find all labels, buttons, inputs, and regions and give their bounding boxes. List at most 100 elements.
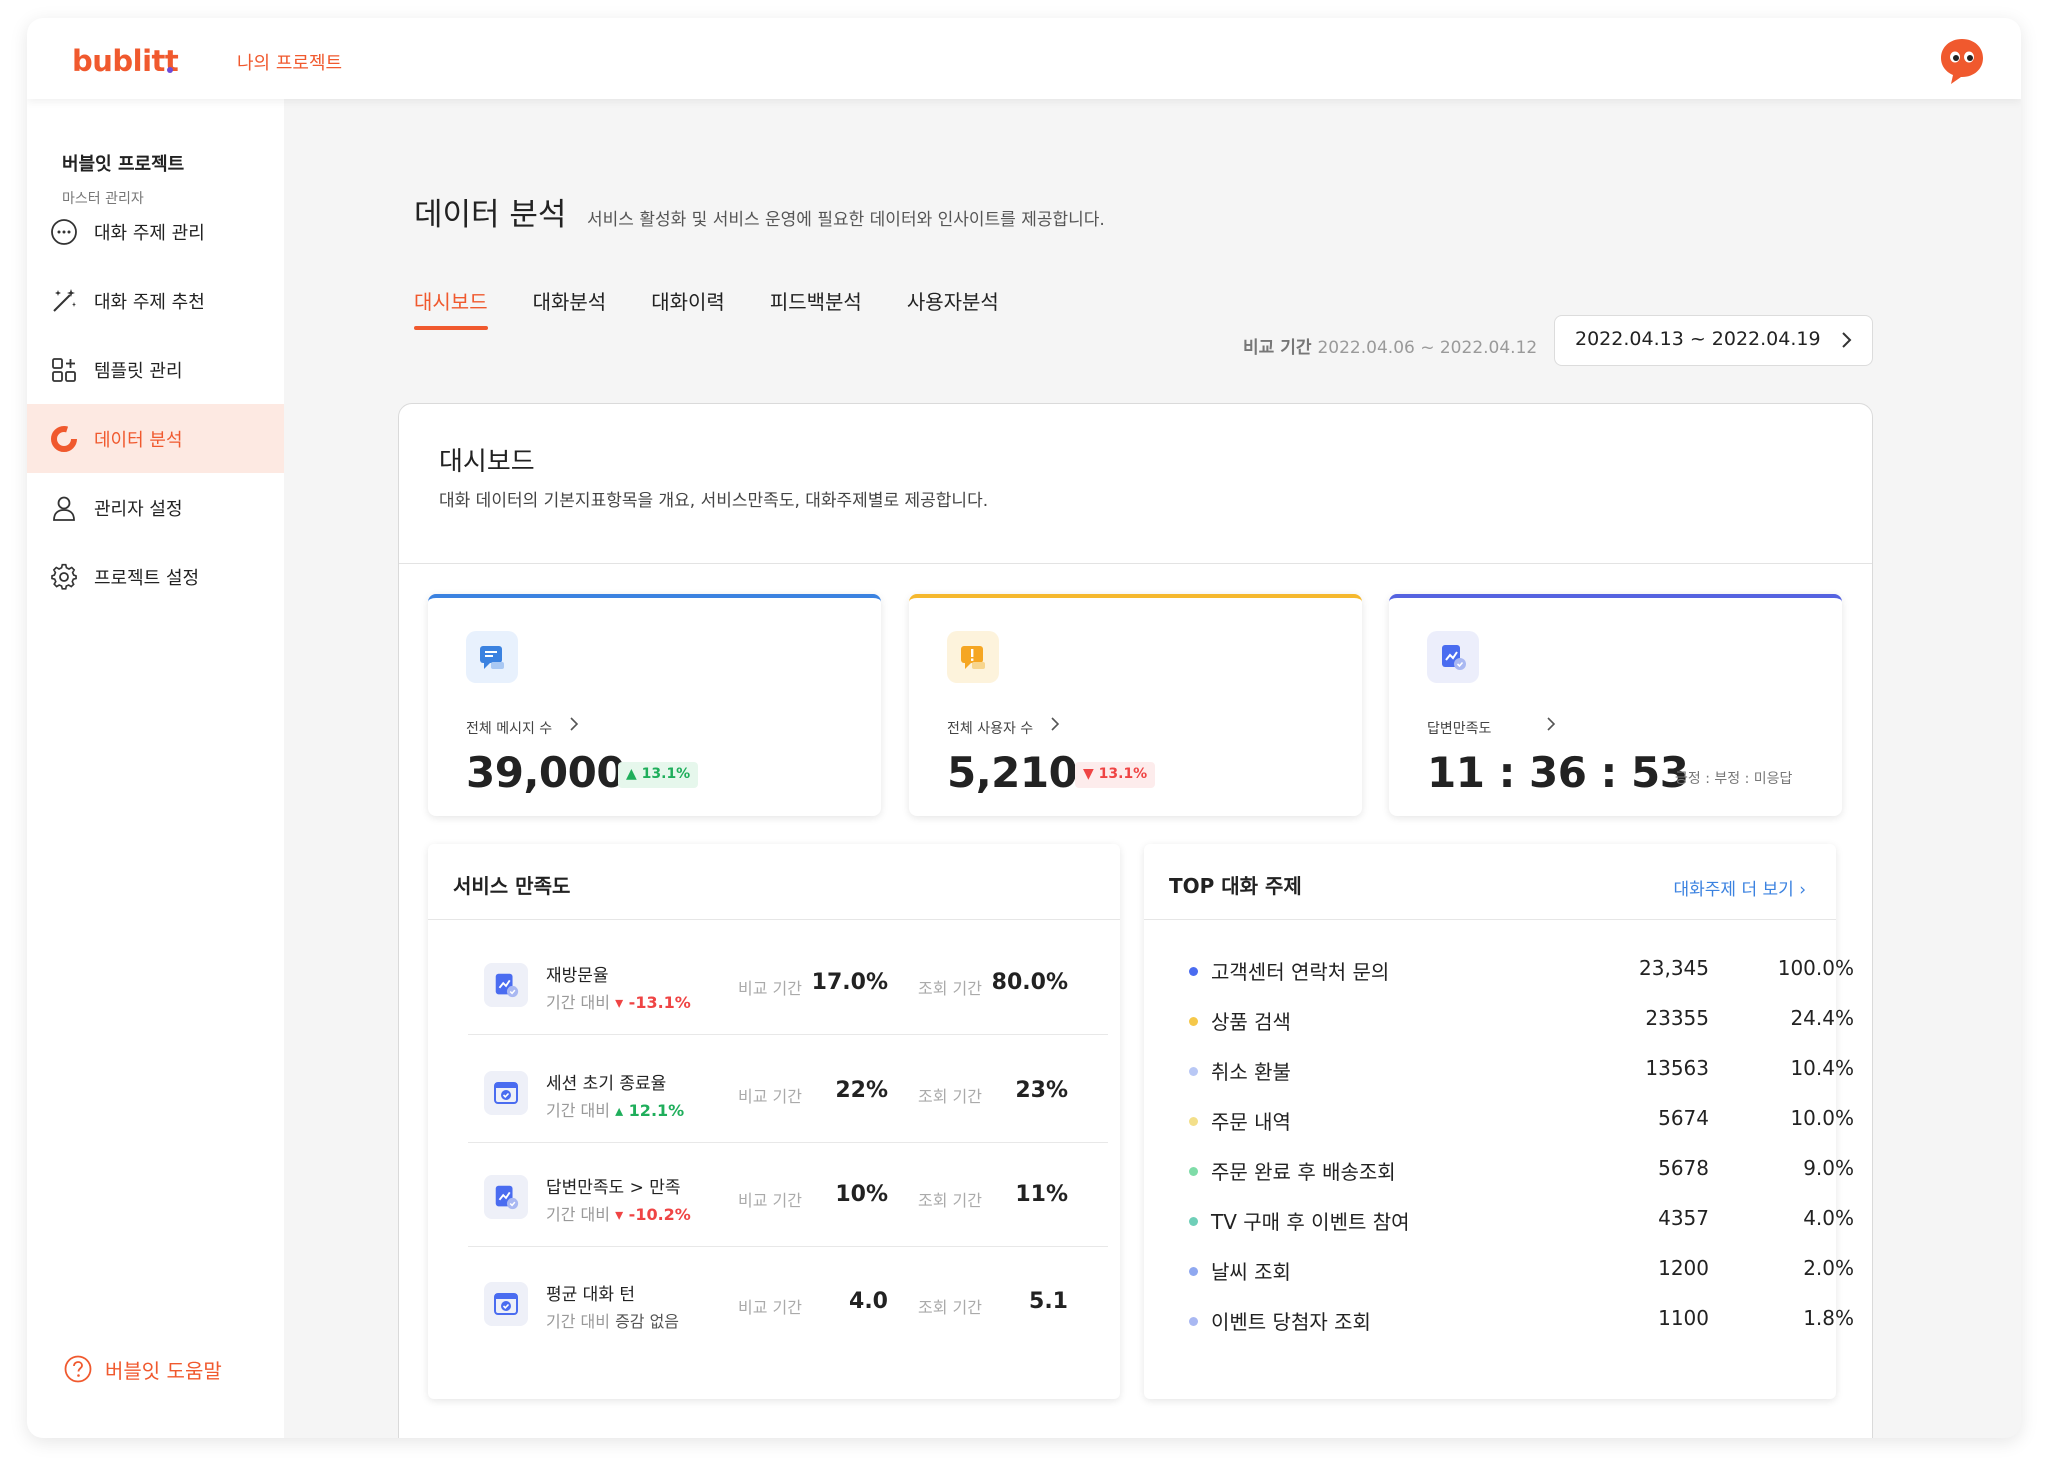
metric-name: 평균 대화 턴 <box>546 1285 636 1305</box>
chevron-right-icon: › <box>1799 880 1806 900</box>
topic-name: 취소 환불 <box>1211 1060 1291 1084</box>
topic-row[interactable]: 주문 완료 후 배송조회 5678 9.0% <box>1189 1156 1854 1196</box>
sidebar-item-label: 템플릿 관리 <box>94 360 183 382</box>
metric-delta: 기간 대비 증감 없음 <box>546 1308 679 1332</box>
topic-percent: 1.8% <box>1803 1306 1854 1330</box>
date-range-picker[interactable]: 2022.04.13 ~ 2022.04.19 <box>1554 315 1873 366</box>
sidebar-item-label: 대화 주제 추천 <box>94 291 205 313</box>
alert-message-icon <box>947 631 999 683</box>
divider <box>399 563 1872 564</box>
triangle-down-icon: ▼ <box>1083 766 1099 782</box>
user-icon <box>49 493 79 523</box>
tab-bar: 대시보드 대화분석 대화이력 피드백분석 사용자분석 <box>414 286 1044 336</box>
topic-name: TV 구매 후 이벤트 참여 <box>1211 1210 1410 1234</box>
magic-wand-icon <box>49 286 79 316</box>
metric-name: 세션 초기 종료율 <box>546 1074 667 1094</box>
kpi-label: 답변만족도 <box>1427 721 1492 737</box>
topic-color-dot <box>1189 1267 1198 1276</box>
tab-dashboard[interactable]: 대시보드 <box>414 286 488 336</box>
kpi-value: 11 : 36 : 53 <box>1427 748 1689 797</box>
topic-count: 5674 <box>1658 1106 1709 1130</box>
metric-delta: 기간 대비 ▾ -10.2% <box>546 1201 691 1225</box>
tab-conversation-history[interactable]: 대화이력 <box>651 286 725 336</box>
kpi-sub-label: 긍정 : 부정 : 미응답 <box>1675 771 1793 787</box>
topic-name: 주문 완료 후 배송조회 <box>1211 1160 1396 1184</box>
topic-row[interactable]: 이벤트 당첨자 조회 1100 1.8% <box>1189 1306 1854 1346</box>
sidebar-item-project-settings[interactable]: 프로젝트 설정 <box>27 542 284 611</box>
metric-delta: 기간 대비 ▴ 12.1% <box>546 1097 684 1121</box>
topic-row[interactable]: 취소 환불 13563 10.4% <box>1189 1056 1854 1096</box>
dashboard-panel: 대시보드 대화 데이터의 기본지표항목을 개요, 서비스만족도, 대화주제별로 … <box>398 403 1873 1438</box>
topic-color-dot <box>1189 1217 1198 1226</box>
delta-prefix: 기간 대비 <box>546 993 610 1012</box>
sidebar-item-template[interactable]: 템플릿 관리 <box>27 335 284 404</box>
compare-period: 비교 기간 2022.04.06 ~ 2022.04.12 <box>1243 333 1537 358</box>
topic-percent: 2.0% <box>1803 1256 1854 1280</box>
query-value: 5.1 <box>1029 1289 1068 1314</box>
topic-row[interactable]: 주문 내역 5674 10.0% <box>1189 1106 1854 1146</box>
topic-color-dot <box>1189 1067 1198 1076</box>
topic-count: 1100 <box>1658 1306 1709 1330</box>
compare-value: 22% <box>835 1078 888 1103</box>
page-title: 데이터 분석 <box>414 197 567 233</box>
delta-prefix: 기간 대비 <box>546 1205 610 1224</box>
topic-row[interactable]: TV 구매 후 이벤트 참여 4357 4.0% <box>1189 1206 1854 1246</box>
query-value: 11% <box>1015 1182 1068 1207</box>
kpi-card-satisfaction[interactable]: 답변만족도 11 : 36 : 53 긍정 : 부정 : 미응답 <box>1389 594 1842 816</box>
card-title: TOP 대화 주제 <box>1169 874 1302 898</box>
chat-bubble-eyes-icon[interactable] <box>1937 36 1987 86</box>
sidebar: 버블잇 프로젝트 마스터 관리자 대화 주제 관리 대화 주제 추천 템플릿 관… <box>27 99 284 1438</box>
satisfaction-row: 세션 초기 종료율 기간 대비 ▴ 12.1% 비교 기간 22% 조회 기간 … <box>468 1039 1108 1143</box>
sidebar-item-data-analysis[interactable]: 데이터 분석 <box>27 404 284 473</box>
compare-value: 4.0 <box>849 1289 888 1314</box>
satisfaction-icon <box>1427 631 1479 683</box>
triangle-up-icon: ▲ <box>626 766 642 782</box>
query-value: 80.0% <box>991 970 1068 995</box>
tab-user-analysis[interactable]: 사용자분석 <box>907 286 999 336</box>
kpi-card-messages[interactable]: 전체 메시지 수 39,000 ▲ 13.1% <box>428 594 881 816</box>
topic-row[interactable]: 고객센터 연락처 문의 23,345 100.0% <box>1189 956 1854 996</box>
my-projects-link[interactable]: 나의 프로젝트 <box>237 49 342 75</box>
sidebar-item-label: 데이터 분석 <box>94 429 183 451</box>
topic-name: 고객센터 연락처 문의 <box>1211 960 1390 984</box>
chart-doc-icon <box>484 963 528 1007</box>
sidebar-item-label: 대화 주제 관리 <box>94 222 205 244</box>
chat-bubble-dots-icon <box>49 217 79 247</box>
topic-count: 23,345 <box>1639 956 1709 980</box>
logo-dot <box>167 67 173 73</box>
sidebar-item-topic-recommend[interactable]: 대화 주제 추천 <box>27 266 284 335</box>
topic-color-dot <box>1189 967 1198 976</box>
help-label: 버블잇 도움말 <box>105 1358 222 1383</box>
more-topics-link[interactable]: 대화주제 더 보기 › <box>1673 875 1806 900</box>
chevron-right-icon[interactable] <box>1047 716 1063 732</box>
help-link[interactable]: 버블잇 도움말 <box>63 1354 222 1384</box>
sidebar-item-topic-management[interactable]: 대화 주제 관리 <box>27 197 284 266</box>
topic-row[interactable]: 상품 검색 23355 24.4% <box>1189 1006 1854 1046</box>
message-icon <box>466 631 518 683</box>
topic-percent: 100.0% <box>1777 956 1854 980</box>
donut-chart-icon <box>49 424 79 454</box>
brand-logo[interactable]: bublitt <box>72 44 179 78</box>
topic-percent: 10.0% <box>1790 1106 1854 1130</box>
template-grid-icon <box>49 355 79 385</box>
tab-feedback-analysis[interactable]: 피드백분석 <box>770 286 862 336</box>
sidebar-item-admin-settings[interactable]: 관리자 설정 <box>27 473 284 542</box>
query-value: 23% <box>1015 1078 1068 1103</box>
delta-value: 증감 없음 <box>615 1312 680 1331</box>
topic-row[interactable]: 날씨 조회 1200 2.0% <box>1189 1256 1854 1296</box>
topic-name: 상품 검색 <box>1211 1010 1291 1034</box>
kpi-label: 전체 사용자 수 <box>947 721 1034 737</box>
chevron-right-icon[interactable] <box>1543 716 1559 732</box>
delta-number: -13.1% <box>628 993 691 1012</box>
tab-conversation-analysis[interactable]: 대화분석 <box>533 286 607 336</box>
kpi-badge-value: 13.1% <box>641 766 691 782</box>
divider <box>428 919 1120 920</box>
topic-color-dot <box>1189 1167 1198 1176</box>
kpi-card-users[interactable]: 전체 사용자 수 5,210 ▼ 13.1% <box>909 594 1362 816</box>
page-description: 서비스 활성화 및 서비스 운영에 필요한 데이터와 인사이트를 제공합니다. <box>587 210 1105 230</box>
chevron-right-icon[interactable] <box>566 716 582 732</box>
satisfaction-row: 답변만족도 > 만족 기간 대비 ▾ -10.2% 비교 기간 10% 조회 기… <box>468 1143 1108 1247</box>
app-window: bublitt 나의 프로젝트 버블잇 프로젝트 마스터 관리자 대화 주제 관… <box>27 18 2021 1438</box>
topic-percent: 10.4% <box>1790 1056 1854 1080</box>
topic-percent: 4.0% <box>1803 1206 1854 1230</box>
